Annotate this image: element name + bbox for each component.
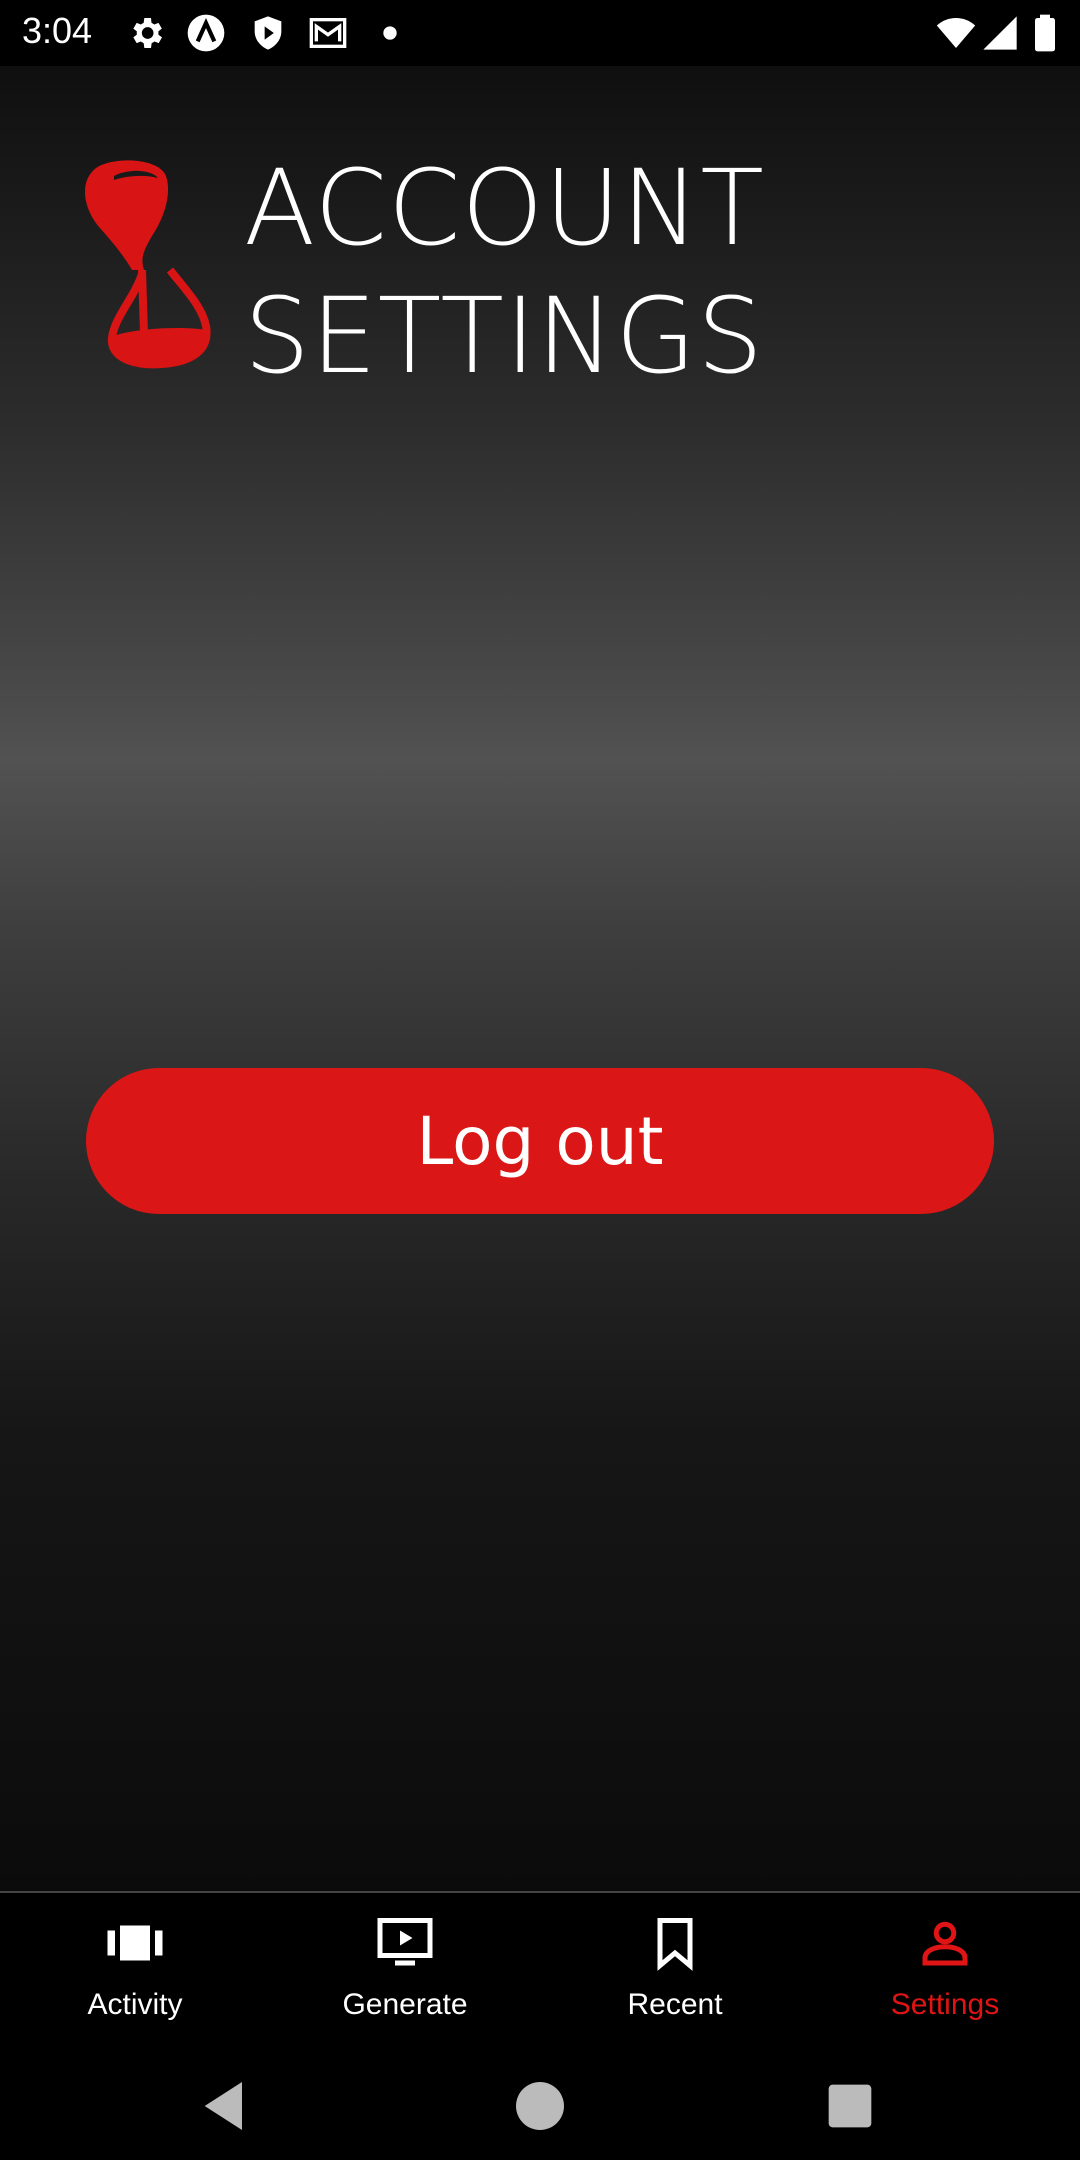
back-icon[interactable] xyxy=(194,2074,258,2138)
nav-label-settings: Settings xyxy=(890,1988,1000,2021)
nav-label-recent: Recent xyxy=(627,1988,723,2021)
nav-item-recent[interactable]: Recent xyxy=(540,1893,810,2054)
page-title-line2: SETTINGS xyxy=(244,275,765,397)
settings-content: ACCOUNT SETTINGS Log out xyxy=(0,66,1080,1891)
play-screen-icon xyxy=(377,1918,433,1966)
nav-item-activity[interactable]: Activity xyxy=(0,1893,270,2054)
logout-button[interactable]: Log out xyxy=(86,1068,994,1214)
status-bar: 3:04 xyxy=(0,0,1080,66)
battery-icon xyxy=(1035,14,1055,52)
home-icon[interactable] xyxy=(508,2074,572,2138)
page-title-line1: ACCOUNT xyxy=(244,147,765,269)
wifi-icon xyxy=(936,18,976,48)
dot-icon xyxy=(383,26,397,40)
app-screen: 3:04 ACCOUNT SETTINGS Log out Activity G… xyxy=(0,0,1080,2160)
system-nav-bar xyxy=(0,2054,1080,2160)
mail-icon xyxy=(309,18,347,48)
hourglass-logo xyxy=(84,160,211,369)
person-icon xyxy=(922,1921,968,1966)
settings-icon xyxy=(133,18,162,48)
activity-icon xyxy=(107,1925,163,1961)
bottom-nav: Activity Generate Recent Settings xyxy=(0,1891,1080,2054)
triangle-a-icon xyxy=(187,14,225,52)
signal-icon xyxy=(983,16,1017,50)
page-title: ACCOUNT SETTINGS xyxy=(244,144,765,400)
nav-item-generate[interactable]: Generate xyxy=(270,1893,540,2054)
shield-play-icon xyxy=(254,16,282,50)
status-time: 3:04 xyxy=(22,10,93,51)
nav-item-settings[interactable]: Settings xyxy=(810,1893,1080,2054)
bookmark-icon xyxy=(657,1918,693,1971)
recents-icon[interactable] xyxy=(818,2074,882,2138)
nav-label-activity: Activity xyxy=(87,1988,183,2021)
nav-label-generate: Generate xyxy=(342,1988,468,2021)
